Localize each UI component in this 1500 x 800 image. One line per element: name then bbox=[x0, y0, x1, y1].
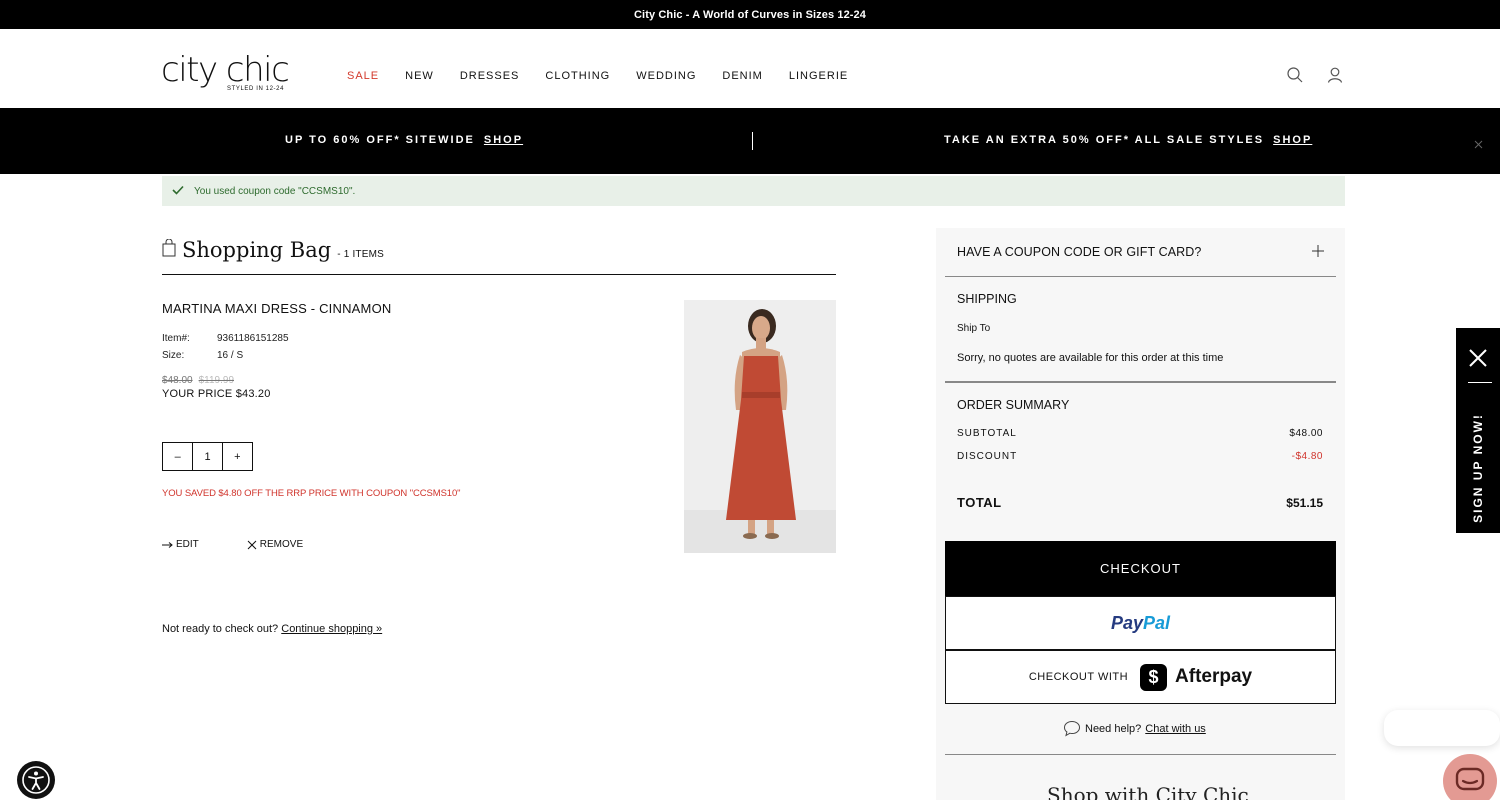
item-actions: EDIT REMOVE bbox=[162, 539, 351, 550]
ship-to-label: Ship To bbox=[957, 323, 991, 334]
total-label: TOTAL bbox=[957, 495, 1002, 510]
signup-close-icon[interactable] bbox=[1468, 348, 1488, 373]
nav-item-lingerie[interactable]: LINGERIE bbox=[789, 70, 848, 82]
nav-item-dresses[interactable]: DRESSES bbox=[460, 70, 520, 82]
shipping-heading: SHIPPING bbox=[957, 292, 1017, 306]
order-summary-heading: ORDER SUMMARY bbox=[957, 398, 1070, 412]
page-title: Shopping Bag bbox=[182, 238, 332, 262]
nav-item-wedding[interactable]: WEDDING bbox=[636, 70, 696, 82]
account-icon[interactable] bbox=[1326, 66, 1344, 84]
not-ready-text: Not ready to check out? bbox=[162, 623, 279, 635]
original-price: $48.00 $119.99 bbox=[162, 375, 234, 386]
size-label: Size: bbox=[162, 350, 185, 361]
sale-price-struck: $48.00 bbox=[162, 375, 193, 386]
quantity-stepper: – 1 + bbox=[162, 442, 253, 471]
chat-with-us-link[interactable]: Chat with us bbox=[1145, 723, 1206, 735]
announcement-text: City Chic - A World of Curves in Sizes 1… bbox=[634, 8, 866, 21]
product-image[interactable] bbox=[684, 300, 836, 553]
afterpay-button[interactable]: CHECKOUT WITH $ Afterpay bbox=[945, 650, 1336, 704]
item-number-row: Item#: 9361186151285 bbox=[162, 333, 289, 344]
size-row: Size: 16 / S bbox=[162, 350, 243, 361]
main-nav: SALE NEW DRESSES CLOTHING WEDDING DENIM … bbox=[347, 70, 874, 82]
continue-shopping-row: Not ready to check out? Continue shoppin… bbox=[162, 623, 382, 635]
chat-launcher-button[interactable] bbox=[1443, 754, 1497, 800]
afterpay-prefix: CHECKOUT WITH bbox=[1028, 671, 1129, 683]
logo-word: city chic bbox=[161, 50, 290, 90]
search-icon[interactable] bbox=[1286, 66, 1304, 84]
logo-tagline: STYLED IN 12-24 bbox=[227, 86, 285, 92]
remove-label: REMOVE bbox=[259, 539, 304, 550]
item-label: Item#: bbox=[162, 333, 190, 344]
paypal-button[interactable]: Pay Pal bbox=[945, 596, 1336, 650]
edit-button[interactable]: EDIT bbox=[162, 539, 223, 550]
coupon-gift-card-toggle[interactable]: HAVE A COUPON CODE OR GIFT CARD? bbox=[945, 228, 1336, 277]
coupon-message-text: You used coupon code "CCSMS10". bbox=[194, 185, 356, 197]
qty-increase-button[interactable]: + bbox=[223, 443, 252, 470]
need-help-row: Need help? Chat with us bbox=[1063, 720, 1206, 737]
size-value: 16 / S bbox=[217, 350, 244, 361]
coupon-toggle-label: HAVE A COUPON CODE OR GIFT CARD? bbox=[957, 245, 1202, 259]
promo-right-text: TAKE AN EXTRA 50% OFF* ALL SALE STYLES bbox=[944, 134, 1265, 146]
discount-value: -$4.80 bbox=[1291, 451, 1323, 462]
arrow-right-icon bbox=[162, 541, 173, 548]
promo-left-text: UP TO 60% OFF* SITEWIDE bbox=[285, 134, 475, 146]
chat-bubble-icon bbox=[1063, 720, 1081, 737]
chat-icon bbox=[1455, 767, 1485, 791]
afterpay-logo-text: Afterpay bbox=[1175, 666, 1253, 687]
promo-banner: UP TO 60% OFF* SITEWIDE SHOP TAKE AN EXT… bbox=[0, 108, 1500, 174]
nav-item-sale[interactable]: SALE bbox=[347, 70, 379, 82]
product-name[interactable]: MARTINA MAXI DRESS - CINNAMON bbox=[162, 301, 391, 316]
signup-divider bbox=[1468, 382, 1492, 383]
need-help-text: Need help? bbox=[1085, 722, 1142, 735]
accessibility-icon[interactable] bbox=[17, 761, 55, 799]
help-divider bbox=[945, 754, 1336, 755]
edit-label: EDIT bbox=[176, 539, 199, 550]
subtotal-value: $48.00 bbox=[1289, 428, 1323, 439]
savings-message: YOU SAVED $4.80 OFF THE RRP PRICE WITH C… bbox=[162, 488, 461, 499]
promo-right: TAKE AN EXTRA 50% OFF* ALL SALE STYLES S… bbox=[944, 134, 1312, 146]
shopping-bag-heading: Shopping Bag - 1 ITEMS bbox=[162, 238, 384, 262]
promo-divider bbox=[752, 132, 753, 150]
bag-icon bbox=[162, 238, 176, 262]
item-count: - 1 ITEMS bbox=[337, 249, 385, 260]
remove-button[interactable]: REMOVE bbox=[247, 539, 327, 550]
promo-right-shop-link[interactable]: SHOP bbox=[1273, 134, 1312, 146]
order-summary-panel: HAVE A COUPON CODE OR GIFT CARD? SHIPPIN… bbox=[936, 228, 1345, 800]
subtotal-label: SUBTOTAL bbox=[957, 428, 1017, 439]
item-value: 9361186151285 bbox=[217, 333, 289, 344]
total-value: $51.15 bbox=[1286, 496, 1323, 510]
nav-item-denim[interactable]: DENIM bbox=[722, 70, 762, 82]
checkmark-icon bbox=[172, 185, 184, 198]
nav-item-clothing[interactable]: CLOTHING bbox=[545, 70, 610, 82]
paypal-logo-pal: Pal bbox=[1143, 612, 1171, 633]
promo-close-icon[interactable] bbox=[1474, 136, 1483, 154]
promo-left-shop-link[interactable]: SHOP bbox=[484, 134, 523, 146]
shipping-message: Sorry, no quotes are available for this … bbox=[957, 352, 1224, 364]
paypal-logo-pay: Pay bbox=[1110, 612, 1143, 633]
close-icon bbox=[247, 540, 257, 549]
announcement-bar: City Chic - A World of Curves in Sizes 1… bbox=[0, 0, 1500, 29]
qty-decrease-button[interactable]: – bbox=[163, 443, 192, 470]
city-chic-logo[interactable]: city chic STYLED IN 12-24 bbox=[161, 53, 293, 95]
checkout-button[interactable]: CHECKOUT bbox=[945, 541, 1336, 596]
coupon-success-message: You used coupon code "CCSMS10". bbox=[162, 176, 1345, 206]
bag-divider bbox=[162, 274, 836, 275]
afterpay-logo-icon: $ bbox=[1140, 663, 1168, 691]
continue-shopping-link[interactable]: Continue shopping » bbox=[281, 623, 382, 635]
qty-input[interactable]: 1 bbox=[192, 443, 223, 470]
plus-icon bbox=[1312, 244, 1324, 260]
your-price: YOUR PRICE $43.20 bbox=[162, 388, 271, 400]
chat-greeting-bubble[interactable] bbox=[1384, 710, 1500, 746]
sign-up-label: SIGN UP NOW! bbox=[1471, 413, 1485, 523]
nav-item-new[interactable]: NEW bbox=[405, 70, 434, 82]
sign-up-tab[interactable]: SIGN UP NOW! bbox=[1456, 328, 1500, 533]
discount-label: DISCOUNT bbox=[957, 451, 1018, 462]
shop-with-heading: Shop with City Chic bbox=[1047, 783, 1249, 800]
promo-left: UP TO 60% OFF* SITEWIDE SHOP bbox=[285, 134, 523, 146]
summary-divider bbox=[945, 381, 1336, 383]
rrp-price-struck: $119.99 bbox=[198, 375, 234, 386]
site-header: city chic STYLED IN 12-24 SALE NEW DRESS… bbox=[0, 29, 1500, 108]
